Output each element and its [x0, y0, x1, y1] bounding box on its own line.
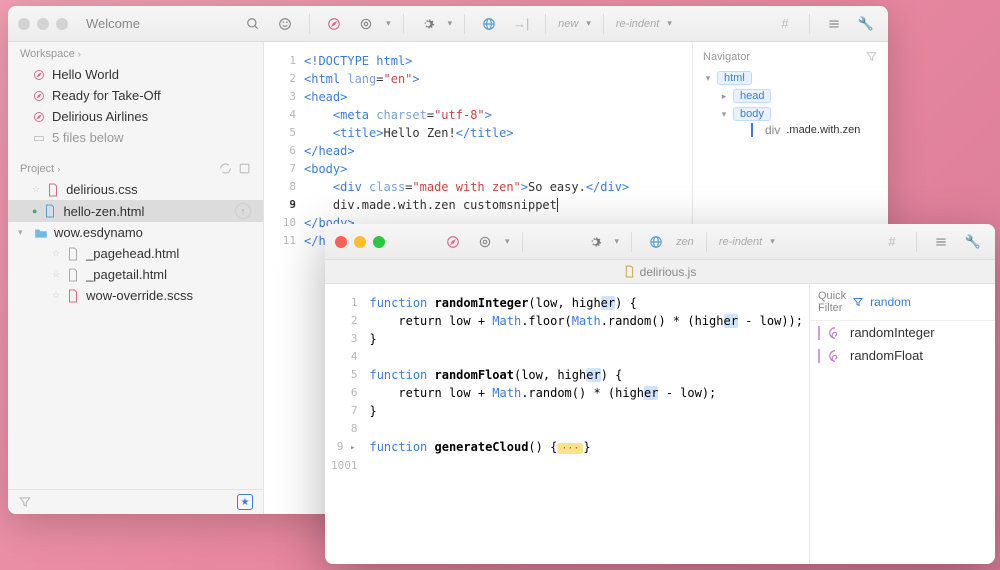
chevron-down-icon[interactable]: ▾: [770, 236, 775, 247]
zoom-button[interactable]: [56, 18, 68, 30]
target-icon[interactable]: [473, 230, 497, 254]
quick-filter-panel: Quick Filter ✕ randomInteger randomFloat: [809, 284, 995, 564]
code-content[interactable]: function randomInteger(low, higher) { re…: [361, 284, 809, 564]
list-icon[interactable]: [822, 12, 846, 36]
nav-div[interactable]: div .made.with.zen: [703, 123, 878, 137]
sync-icon[interactable]: [219, 162, 232, 175]
fold-arrow-icon[interactable]: ▸: [350, 443, 357, 453]
js-file-icon: [624, 265, 635, 278]
chevron-right-icon: ▸: [719, 91, 729, 102]
compass-icon: [32, 110, 46, 124]
sidebar-item-hello-zen[interactable]: ● hello-zen.html ↑: [8, 200, 263, 222]
chevron-down-icon[interactable]: ▾: [386, 18, 391, 29]
folder-icon: [34, 226, 48, 240]
secondary-window: ▾ ▾ zen re-indent ▾ # 🔧 delirious.js 1 2…: [325, 224, 995, 564]
sidebar-item-wow-override[interactable]: ☆ wow-override.scss: [8, 285, 263, 306]
sidebar: Workspace › Hello World Ready for Take-O…: [8, 42, 264, 514]
stack-icon: ▭: [32, 131, 46, 145]
compass-icon: [32, 89, 46, 103]
compass-icon[interactable]: [441, 230, 465, 254]
chevron-down-icon[interactable]: ▾: [448, 18, 453, 29]
function-icon: [828, 349, 842, 363]
sidebar-footer: ★: [8, 489, 263, 514]
sidebar-item-ready[interactable]: Ready for Take-Off: [8, 85, 263, 106]
line-gutter: 1 2 3 4 5 6 7 8 9 ▸ 1001: [325, 284, 361, 564]
fold-indicator[interactable]: ···: [557, 443, 583, 454]
nav-body[interactable]: ▾ body: [703, 105, 878, 123]
nav-head[interactable]: ▸ head: [703, 87, 878, 105]
quick-filter-input[interactable]: [870, 295, 995, 309]
wrench-icon[interactable]: 🔧: [854, 12, 878, 36]
tab-bar[interactable]: delirious.js: [325, 260, 995, 284]
function-icon: [828, 326, 842, 340]
tab-filename: delirious.js: [640, 265, 697, 279]
list-icon[interactable]: [929, 230, 953, 254]
html-file-icon: [66, 268, 80, 282]
chevron-down-icon[interactable]: ▾: [667, 18, 672, 29]
hash-icon[interactable]: #: [773, 12, 797, 36]
sidebar-item-delirious-css[interactable]: ☆ delirious.css: [8, 179, 263, 200]
reindent-menu[interactable]: re-indent: [719, 236, 762, 248]
chevron-down-icon[interactable]: ▾: [615, 236, 620, 247]
sidebar-item-files-below[interactable]: ▭ 5 files below: [8, 127, 263, 148]
globe-icon[interactable]: [477, 12, 501, 36]
sidebar-item-hello-world[interactable]: Hello World: [8, 64, 263, 85]
filter-icon[interactable]: [18, 495, 32, 509]
nav-html[interactable]: ▾ html: [703, 69, 878, 87]
scss-file-icon: [66, 289, 80, 303]
smile-icon[interactable]: [273, 12, 297, 36]
compass-icon[interactable]: [322, 12, 346, 36]
chevron-down-icon[interactable]: ▾: [586, 18, 591, 29]
filter-icon[interactable]: [865, 50, 878, 63]
minimize-button[interactable]: [37, 18, 49, 30]
symbol-randomInteger[interactable]: randomInteger: [810, 321, 995, 344]
main-titlebar: Welcome ▾ ▾ →| new ▾ re-indent ▾ # 🔧: [8, 6, 888, 42]
sidebar-item-pagetail[interactable]: ☆ _pagetail.html: [8, 264, 263, 285]
symbol-randomFloat[interactable]: randomFloat: [810, 344, 995, 367]
minimize-button[interactable]: [354, 236, 366, 248]
chevron-down-icon: ▾: [18, 227, 28, 238]
quick-filter-row: Quick Filter ✕: [810, 284, 995, 321]
sidebar-item-delirious-airlines[interactable]: Delirious Airlines: [8, 106, 263, 127]
search-icon[interactable]: [241, 12, 265, 36]
zen-label: zen: [676, 236, 694, 248]
secondary-editor[interactable]: 1 2 3 4 5 6 7 8 9 ▸ 1001 function random…: [325, 284, 809, 564]
favorites-icon[interactable]: ★: [237, 494, 253, 510]
window-controls: [18, 18, 68, 30]
zoom-button[interactable]: [373, 236, 385, 248]
globe-icon[interactable]: [644, 230, 668, 254]
css-file-icon: [46, 183, 60, 197]
settings-icon[interactable]: [238, 162, 251, 175]
html-file-icon: [66, 247, 80, 261]
window-controls: [335, 236, 385, 248]
gear-icon[interactable]: [416, 12, 440, 36]
html-file-icon: [43, 204, 57, 218]
navigator-header: Navigator: [703, 50, 878, 63]
wrench-icon[interactable]: 🔧: [961, 230, 985, 254]
compass-icon: [32, 68, 46, 82]
project-header[interactable]: Project ›: [8, 156, 263, 179]
gear-icon[interactable]: [583, 230, 607, 254]
hash-icon[interactable]: #: [880, 230, 904, 254]
sidebar-item-pagehead[interactable]: ☆ _pagehead.html: [8, 243, 263, 264]
upload-icon[interactable]: ↑: [235, 203, 251, 219]
arrow-right-icon[interactable]: →|: [509, 12, 533, 36]
chevron-down-icon: ▾: [719, 109, 729, 120]
secondary-titlebar: ▾ ▾ zen re-indent ▾ # 🔧: [325, 224, 995, 260]
line-gutter: 1234567891011: [264, 42, 304, 514]
close-button[interactable]: [18, 18, 30, 30]
quick-filter-label: Quick Filter: [818, 290, 846, 314]
window-title: Welcome: [86, 16, 140, 31]
filter-icon: [852, 296, 864, 308]
close-button[interactable]: [335, 236, 347, 248]
sidebar-item-wow-folder[interactable]: ▾ wow.esdynamo: [8, 222, 263, 243]
reindent-menu[interactable]: re-indent: [616, 18, 659, 30]
chevron-down-icon[interactable]: ▾: [505, 236, 510, 247]
chevron-down-icon: ▾: [703, 73, 713, 84]
target-icon[interactable]: [354, 12, 378, 36]
workspace-header[interactable]: Workspace ›: [8, 42, 263, 64]
new-menu[interactable]: new: [558, 18, 578, 30]
